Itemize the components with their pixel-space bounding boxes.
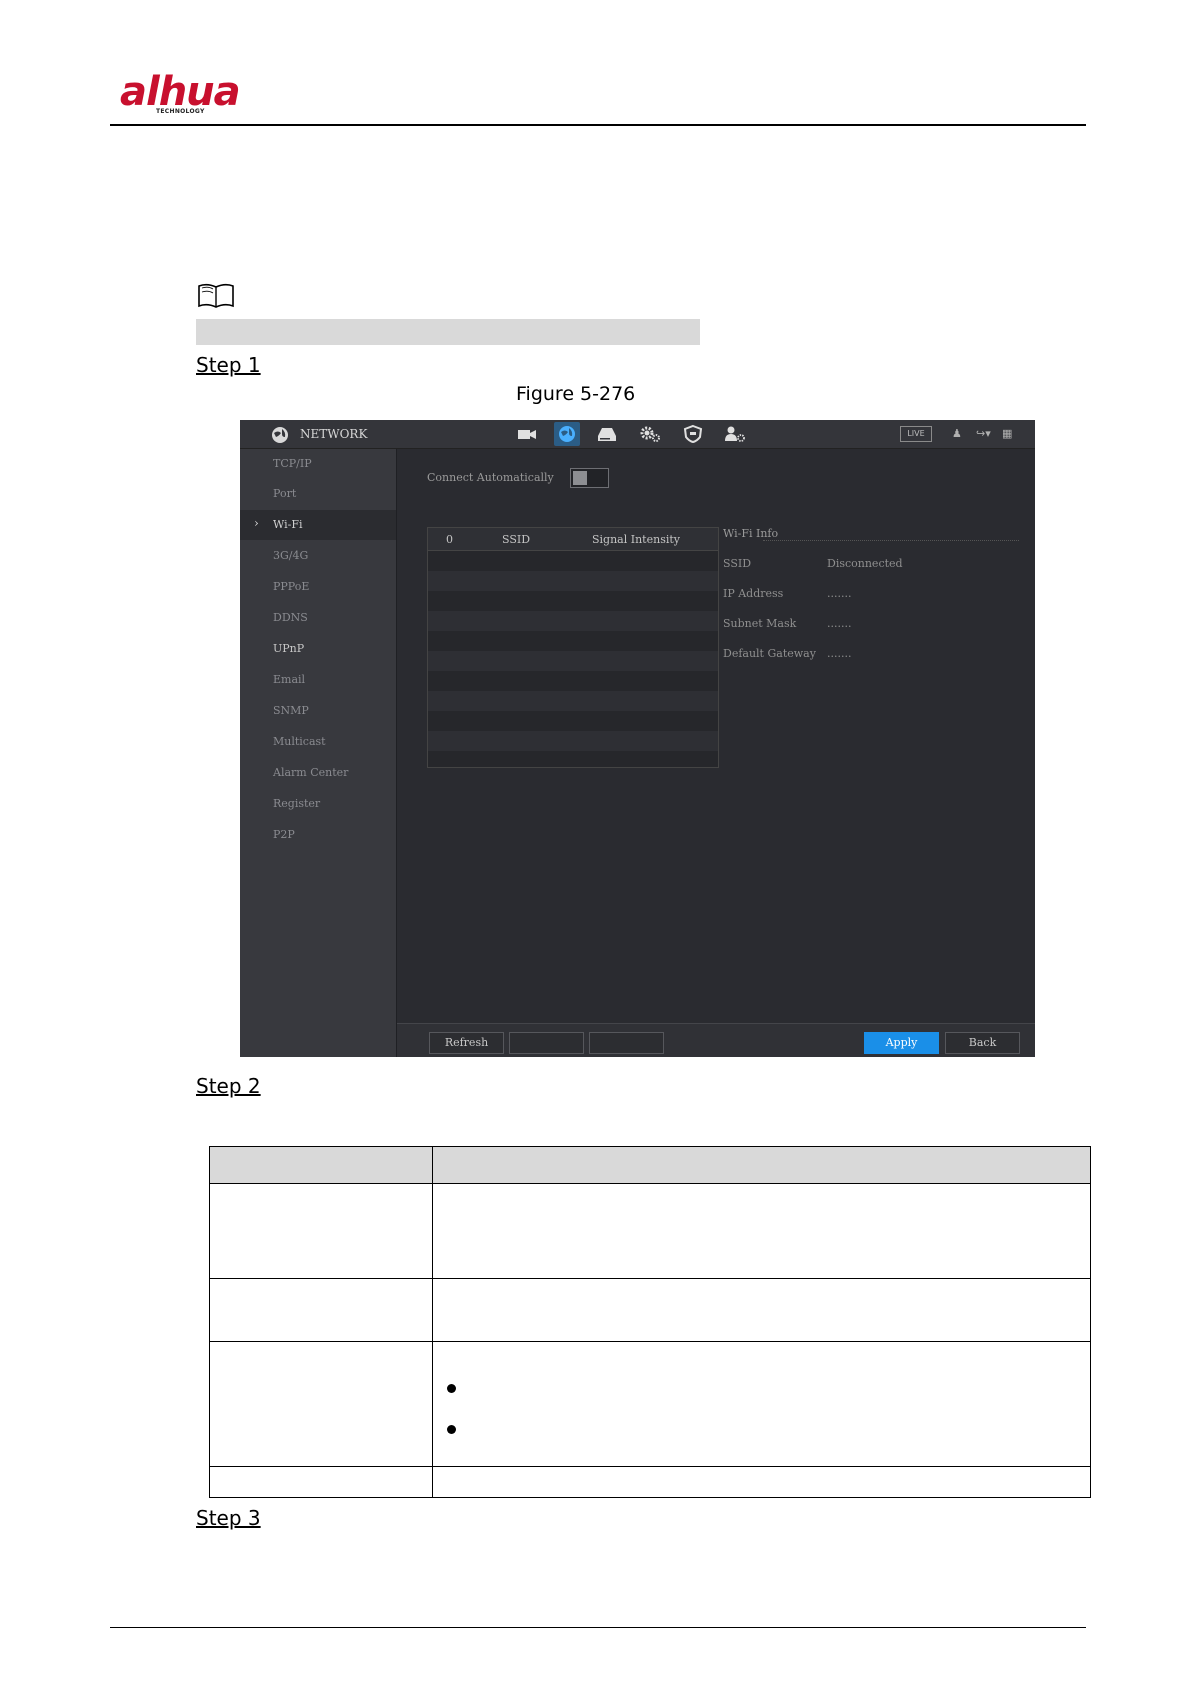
- sidebar-item-3g4g[interactable]: 3G/4G: [240, 541, 396, 571]
- step-1-label: Step 1: [196, 353, 261, 377]
- table-row[interactable]: [428, 551, 718, 571]
- wifi-network-table: 0 SSID Signal Intensity: [427, 527, 719, 768]
- table-row: [209, 1183, 1091, 1279]
- table-row: [209, 1278, 1091, 1342]
- ssid-label: SSID: [723, 557, 752, 570]
- footer-rule: [110, 1627, 1086, 1628]
- figure-caption: Figure 5-276: [516, 383, 636, 405]
- connect-automatically-toggle[interactable]: [570, 468, 609, 488]
- wifi-info-divider: [763, 540, 1019, 541]
- table-header: 0 SSID Signal Intensity: [428, 528, 718, 551]
- network-globe-icon: [272, 427, 288, 443]
- step-3-label: Step 3: [196, 1506, 261, 1530]
- table-cell: [432, 1183, 1091, 1279]
- top-bar: NETWORK LIVE ♟ ↪▾ ▦: [240, 420, 1035, 449]
- blank-button-2[interactable]: [589, 1032, 664, 1054]
- security-shield-icon[interactable]: [682, 424, 704, 444]
- refresh-button[interactable]: Refresh: [429, 1032, 504, 1054]
- header-rule: [110, 124, 1086, 126]
- table-cell: [209, 1278, 433, 1342]
- table-row[interactable]: [428, 731, 718, 751]
- bullet-dot-icon: [447, 1384, 456, 1393]
- storage-icon[interactable]: [596, 424, 618, 444]
- sidebar-item-snmp[interactable]: SNMP: [240, 696, 396, 726]
- settings-gears-icon[interactable]: [638, 424, 664, 444]
- table-row[interactable]: [428, 611, 718, 631]
- default-gateway-label: Default Gateway: [723, 647, 816, 660]
- logo-subtitle: TECHNOLOGY: [156, 108, 205, 115]
- subnet-mask-label: Subnet Mask: [723, 617, 797, 630]
- bullet-2: [447, 1419, 1090, 1438]
- network-sidebar: TCP/IP Port › Wi-Fi 3G/4G PPPoE DDNS UPnP…: [240, 449, 397, 1057]
- user-icon[interactable]: ♟: [952, 427, 962, 440]
- menu-grid-icon[interactable]: ▦: [1002, 427, 1012, 440]
- table-cell: [209, 1466, 433, 1498]
- table-row[interactable]: [428, 651, 718, 671]
- sidebar-item-pppoe[interactable]: PPPoE: [240, 572, 396, 602]
- blank-button-1[interactable]: [509, 1032, 584, 1054]
- default-gateway-value: .......: [827, 647, 852, 660]
- table-row[interactable]: [428, 571, 718, 591]
- table-row[interactable]: [428, 691, 718, 711]
- camera-icon[interactable]: [516, 424, 538, 444]
- logout-dropdown-icon[interactable]: ↪▾: [976, 427, 991, 440]
- parameter-header-cell: [209, 1146, 433, 1184]
- table-cell: [432, 1341, 1091, 1467]
- chevron-right-icon: ›: [254, 516, 259, 530]
- sidebar-item-p2p[interactable]: P2P: [240, 820, 396, 850]
- table-row[interactable]: [428, 711, 718, 731]
- apply-button[interactable]: Apply: [864, 1032, 939, 1054]
- table-row[interactable]: [428, 671, 718, 691]
- note-text-redacted: [196, 319, 700, 345]
- sidebar-item-upnp[interactable]: UPnP: [240, 634, 396, 664]
- back-button[interactable]: Back: [945, 1032, 1020, 1054]
- bullet-dot-icon: [447, 1425, 456, 1434]
- table-header-row: [209, 1146, 1091, 1184]
- ip-address-value: .......: [827, 587, 852, 600]
- live-button[interactable]: LIVE: [900, 426, 932, 442]
- sidebar-item-multicast[interactable]: Multicast: [240, 727, 396, 757]
- ip-address-label: IP Address: [723, 587, 784, 600]
- network-icon[interactable]: [554, 422, 580, 446]
- table-cell: [432, 1278, 1091, 1342]
- table-cell: [432, 1466, 1091, 1498]
- column-header-signal[interactable]: Signal Intensity: [592, 533, 680, 546]
- account-settings-icon[interactable]: [722, 424, 748, 444]
- bottom-action-bar: Refresh Apply Back: [397, 1023, 1035, 1057]
- ssid-value: Disconnected: [827, 557, 903, 570]
- connect-automatically-label: Connect Automatically: [427, 471, 554, 484]
- table-cell: [209, 1341, 433, 1467]
- sidebar-item-wifi[interactable]: › Wi-Fi: [240, 510, 396, 540]
- sidebar-item-port[interactable]: Port: [240, 479, 396, 509]
- sidebar-item-email[interactable]: Email: [240, 665, 396, 695]
- table-row[interactable]: [428, 591, 718, 611]
- wifi-content: Connect Automatically 0 SSID Signal Inte…: [397, 449, 1035, 1057]
- bullet-1: [447, 1378, 1090, 1397]
- sidebar-item-register[interactable]: Register: [240, 789, 396, 819]
- wifi-settings-screenshot: NETWORK LIVE ♟ ↪▾ ▦ TCP/IP Port › Wi-Fi …: [240, 420, 1035, 1057]
- network-title: NETWORK: [300, 427, 368, 441]
- dahua-logo: alhua TECHNOLOGY: [120, 68, 260, 120]
- sidebar-item-tcpip[interactable]: TCP/IP: [240, 449, 396, 479]
- column-header-ssid[interactable]: SSID: [502, 533, 530, 546]
- sidebar-item-ddns[interactable]: DDNS: [240, 603, 396, 633]
- toggle-knob: [573, 471, 587, 485]
- subnet-mask-value: .......: [827, 617, 852, 630]
- parameter-table: [209, 1146, 1091, 1498]
- table-row[interactable]: [428, 631, 718, 651]
- table-row: [209, 1466, 1091, 1498]
- sidebar-item-alarm-center[interactable]: Alarm Center: [240, 758, 396, 788]
- table-cell: [209, 1183, 433, 1279]
- note-book-icon: [198, 283, 234, 308]
- column-header-index[interactable]: 0: [446, 533, 453, 546]
- description-header-cell: [432, 1146, 1091, 1184]
- step-2-label: Step 2: [196, 1074, 261, 1098]
- table-row: [209, 1341, 1091, 1467]
- wifi-info-title: Wi-Fi Info: [723, 527, 779, 540]
